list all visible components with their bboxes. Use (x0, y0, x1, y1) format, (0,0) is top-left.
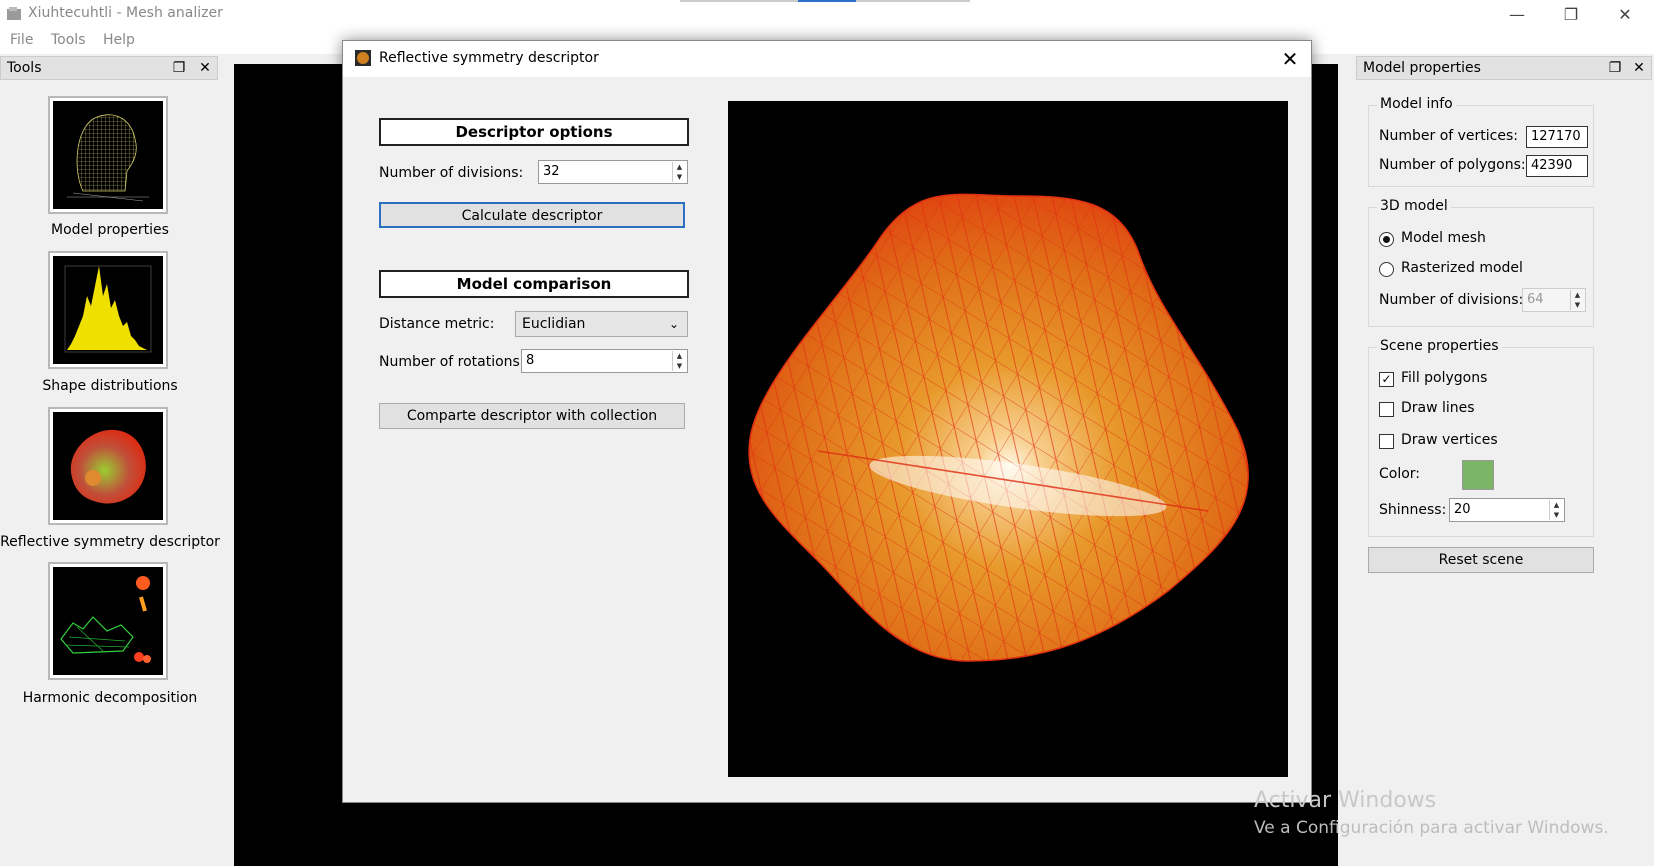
rotations-spinbox[interactable]: 8 ▲ ▼ (521, 349, 688, 373)
distance-metric-select[interactable]: Euclidian ⌄ (515, 311, 688, 337)
app-titlebar: Xiuhtecuhtli - Mesh analizer — ❐ ✕ (0, 0, 1654, 28)
divisions-value: 64 (1527, 292, 1544, 307)
close-button[interactable]: ✕ (1602, 0, 1648, 28)
draw-lines-label[interactable]: Draw lines (1401, 400, 1475, 416)
dialog-divisions-value: 32 (543, 164, 560, 179)
tab-strip (680, 0, 970, 2)
distance-metric-label: Distance metric: (379, 316, 495, 332)
tools-dock: Tools ❐ ✕ Model properties Shape distrib… (0, 56, 220, 866)
spin-arrows-icon[interactable]: ▲ ▼ (1549, 500, 1563, 520)
tool-model-properties[interactable] (48, 96, 168, 214)
tool-label: Harmonic decomposition (22, 690, 198, 706)
dialog-titlebar: Reflective symmetry descriptor ✕ (343, 41, 1311, 77)
restore-button[interactable]: ❐ (1548, 0, 1594, 28)
dialog-divisions-spinbox[interactable]: 32 ▲ ▼ (538, 160, 688, 184)
symmetry-descriptor-render (748, 193, 1249, 662)
model-properties-title: Model properties (1363, 60, 1481, 76)
histogram-thumbnail-icon (64, 265, 152, 353)
fill-polygons-checkbox[interactable]: ✓ (1379, 372, 1394, 387)
activation-watermark-title: Activar Windows (1254, 788, 1437, 813)
model-mesh-label[interactable]: Model mesh (1401, 230, 1486, 246)
shininess-spinbox[interactable]: 20 ▲ ▼ (1449, 498, 1565, 522)
shininess-value: 20 (1454, 502, 1471, 517)
scene-properties-group: Scene properties ✓ Fill polygons Draw li… (1368, 338, 1594, 537)
tool-shape-distributions[interactable] (48, 251, 168, 369)
group-title: Model info (1377, 96, 1456, 112)
draw-vertices-label[interactable]: Draw vertices (1401, 432, 1498, 448)
model-mesh-radio[interactable] (1379, 232, 1394, 247)
app-title: Xiuhtecuhtli - Mesh analizer (28, 5, 223, 21)
harmonic-thumbnail-icon (60, 576, 151, 663)
color-label: Color: (1379, 466, 1421, 482)
activation-watermark-subtitle: Ve a Configuración para activar Windows. (1254, 818, 1609, 838)
polygons-label: Number of polygons: (1379, 157, 1526, 173)
fill-polygons-label[interactable]: Fill polygons (1401, 370, 1487, 386)
float-icon[interactable]: ❐ (169, 58, 189, 78)
rotations-value: 8 (526, 353, 535, 368)
tools-dock-title: Tools (7, 60, 42, 76)
descriptor-options-header: Descriptor options (379, 118, 689, 146)
polygons-value: 42390 (1526, 155, 1588, 177)
vertices-value: 127170 (1526, 126, 1588, 148)
model-info-group: Model info Number of vertices: 127170 Nu… (1368, 96, 1594, 187)
symmetry-3d-canvas[interactable] (728, 101, 1288, 777)
menu-file[interactable]: File (10, 32, 33, 48)
dialog-title: Reflective symmetry descriptor (379, 50, 599, 66)
rasterized-model-label[interactable]: Rasterized model (1401, 260, 1523, 276)
group-title: Scene properties (1377, 338, 1502, 354)
tool-label: Shape distributions (42, 378, 178, 394)
spin-arrows-icon[interactable]: ▲ ▼ (672, 162, 686, 182)
rasterized-model-radio[interactable] (1379, 262, 1394, 277)
model-comparison-header: Model comparison (379, 270, 689, 298)
compare-descriptor-button[interactable]: Comparte descriptor with collection (379, 403, 685, 429)
draw-lines-checkbox[interactable] (1379, 402, 1394, 417)
divisions-label: Number of divisions: (1379, 292, 1524, 308)
draw-vertices-checkbox[interactable] (1379, 434, 1394, 449)
distance-metric-value: Euclidian (522, 316, 586, 332)
divisions-spinbox[interactable]: 64 ▲ ▼ (1522, 288, 1586, 312)
chevron-down-icon: ⌄ (668, 317, 679, 331)
minimize-button[interactable]: — (1494, 0, 1540, 28)
tool-harmonic-decomposition[interactable] (48, 562, 168, 680)
menu-tools[interactable]: Tools (51, 32, 86, 48)
spin-arrows-icon[interactable]: ▲ ▼ (672, 351, 686, 371)
close-icon[interactable]: ✕ (1629, 58, 1649, 78)
calculate-descriptor-button[interactable]: Calculate descriptor (379, 202, 685, 228)
tool-reflective-symmetry[interactable] (48, 407, 168, 525)
rotations-label: Number of rotations: (379, 354, 525, 370)
mesh-head-thumbnail-icon (67, 114, 149, 202)
close-icon[interactable]: ✕ (1275, 45, 1305, 73)
dialog-app-icon (355, 50, 371, 66)
tools-dock-header: Tools ❐ ✕ (0, 56, 218, 80)
float-icon[interactable]: ❐ (1605, 58, 1625, 78)
menu-help[interactable]: Help (103, 32, 135, 48)
dialog-divisions-label: Number of divisions: (379, 165, 524, 181)
tool-label: Reflective symmetry descriptor (0, 534, 220, 550)
vertices-label: Number of vertices: (1379, 128, 1518, 144)
spin-arrows-icon[interactable]: ▲ ▼ (1570, 290, 1584, 310)
reset-scene-button[interactable]: Reset scene (1368, 547, 1594, 573)
model-properties-dock: Model properties ❐ ✕ Model info Number o… (1354, 56, 1654, 866)
color-swatch[interactable] (1462, 460, 1494, 490)
group-title: 3D model (1377, 198, 1451, 214)
app-icon (7, 7, 21, 20)
close-icon[interactable]: ✕ (195, 58, 215, 78)
model-properties-header: Model properties ❐ ✕ (1356, 56, 1652, 80)
shininess-label: Shinness: (1379, 502, 1447, 518)
reflective-symmetry-dialog: Reflective symmetry descriptor ✕ Descrip… (342, 40, 1312, 803)
model-3d-group: 3D model Model mesh Rasterized model Num… (1368, 198, 1594, 327)
tool-label: Model properties (51, 222, 169, 238)
symmetry-blob-thumbnail-icon (70, 429, 146, 504)
